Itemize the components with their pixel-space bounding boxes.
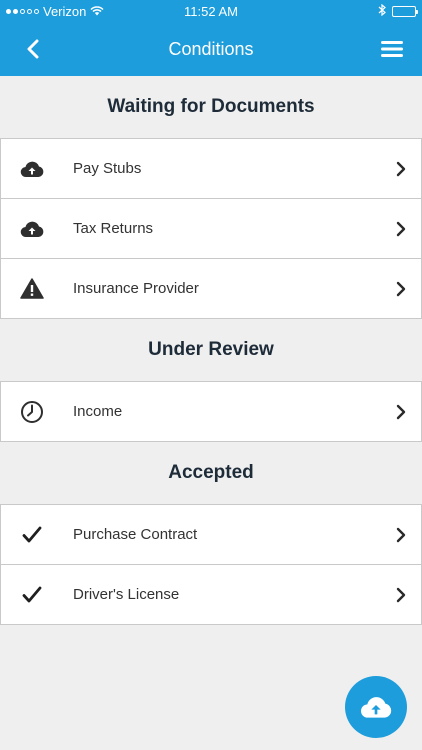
- battery-icon: [392, 5, 418, 17]
- checkmark-icon: [1, 526, 63, 544]
- hamburger-menu-icon: [381, 41, 403, 57]
- app-header: Verizon 11:52 AM Conditions: [0, 0, 422, 76]
- page-title: Conditions: [168, 38, 254, 59]
- list-item-label: Income: [73, 403, 123, 420]
- under-review-list: Income: [0, 381, 422, 442]
- status-time: 11:52 AM: [184, 4, 238, 19]
- warning-icon: [1, 278, 63, 299]
- list-item-label: Driver's License: [73, 586, 180, 603]
- section-title-under-review: Under Review: [148, 339, 274, 360]
- chevron-right-icon: [381, 587, 421, 603]
- list-item-label: Tax Returns: [73, 220, 154, 237]
- list-item-label: Insurance Provider: [73, 280, 199, 297]
- chevron-right-icon: [381, 527, 421, 543]
- list-item-purchase-contract[interactable]: Purchase Contract: [0, 505, 422, 565]
- list-item-label: Purchase Contract: [73, 526, 198, 543]
- section-title-waiting: Waiting for Documents: [107, 96, 315, 117]
- list-item-income[interactable]: Income: [0, 382, 422, 442]
- clock-icon: [1, 400, 63, 424]
- list-item-tax-returns[interactable]: Tax Returns: [0, 199, 422, 259]
- back-button[interactable]: [20, 36, 46, 62]
- chevron-right-icon: [381, 221, 421, 237]
- chevron-left-icon: [27, 39, 39, 59]
- checkmark-icon: [1, 586, 63, 604]
- upload-fab-button[interactable]: [345, 676, 407, 738]
- navigation-bar: Conditions: [0, 22, 422, 76]
- cloud-upload-icon: [1, 220, 63, 238]
- chevron-right-icon: [381, 161, 421, 177]
- cloud-upload-icon: [1, 160, 63, 178]
- chevron-right-icon: [381, 281, 421, 297]
- chevron-right-icon: [381, 404, 421, 420]
- cloud-upload-icon: [360, 697, 392, 718]
- list-item-drivers-license[interactable]: Driver's License: [0, 565, 422, 625]
- section-title-accepted: Accepted: [168, 462, 254, 483]
- waiting-list: Pay Stubs Tax Returns Insurance Provider: [0, 138, 422, 319]
- accepted-list: Purchase Contract Driver's License: [0, 504, 422, 625]
- list-item-insurance-provider[interactable]: Insurance Provider: [0, 259, 422, 319]
- menu-button[interactable]: [378, 36, 406, 62]
- status-bar: Verizon 11:52 AM: [0, 0, 422, 22]
- list-item-pay-stubs[interactable]: Pay Stubs: [0, 139, 422, 199]
- list-item-label: Pay Stubs: [73, 160, 142, 177]
